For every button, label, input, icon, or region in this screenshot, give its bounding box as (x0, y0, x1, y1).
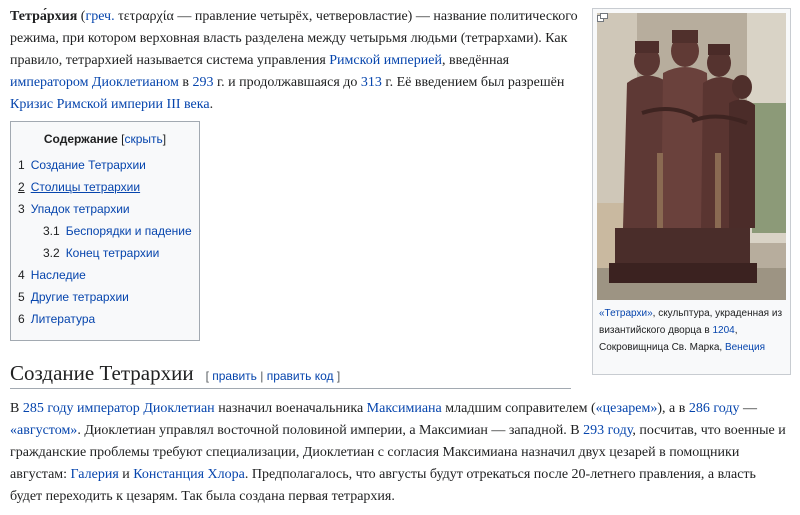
diocletian-link[interactable]: Диоклетиан (143, 401, 214, 416)
text: , введённая (441, 53, 510, 68)
text: . Диоклетиан управлял восточной половино… (77, 423, 584, 438)
galerius-link[interactable]: Галерия (71, 467, 119, 482)
figure-thumbnail: «Тетрархи», скульптура, украденная из ви… (592, 8, 791, 375)
text: г. Её введением был разрешён (381, 75, 565, 90)
toc-number: 3.1 (43, 224, 60, 238)
year-1204-link[interactable]: 1204 (712, 325, 734, 336)
toc-number: 6 (18, 312, 25, 326)
toc-link[interactable]: Конец тетрархии (66, 246, 160, 260)
text: . (209, 97, 214, 112)
section-title: Создание Тетрархии (10, 361, 194, 385)
augustus-link[interactable]: «августом» (10, 423, 77, 438)
emperor-diocletian-link[interactable]: императором Диоклетианом (10, 75, 179, 90)
roman-empire-link[interactable]: Римской империей (329, 53, 442, 68)
text: младшим соправителем ( (441, 401, 596, 416)
text: в (178, 75, 193, 90)
toc-link[interactable]: Беспорядки и падение (66, 224, 192, 238)
toc-number: 2 (18, 180, 25, 194)
toc-item-1[interactable]: 1 Создание Тетрархии (18, 158, 146, 172)
toc-toggle-close: ] (162, 132, 167, 146)
toc-item-2[interactable]: 2 Столицы тетрархии (18, 180, 140, 194)
maximian-link[interactable]: Максимиана (367, 401, 442, 416)
toc-item-6[interactable]: 6 Литература (18, 312, 95, 326)
toc-item-3[interactable]: 3 Упадок тетрархии (18, 202, 130, 216)
enlarge-icon[interactable] (597, 13, 608, 22)
section-heading: Создание Тетрархии [ править | править ко… (10, 361, 571, 389)
text: ), а в (657, 401, 689, 416)
emperor-link[interactable]: император (77, 401, 140, 416)
toc-number: 1 (18, 158, 25, 172)
toc-heading: Содержание (43, 132, 118, 146)
toc-item-3-2[interactable]: 3.2 Конец тетрархии (43, 246, 159, 260)
text: назначил военачальника (214, 401, 367, 416)
toc-item-5[interactable]: 5 Другие тетрархии (18, 290, 129, 304)
year-293-link[interactable]: 293 (193, 75, 214, 90)
constantius-chlorus-link[interactable]: Констанция Хлора (133, 467, 245, 482)
section-paragraph: В 285 году император Диоклетиан назначил… (10, 398, 790, 508)
edit-source-link[interactable]: править код (267, 369, 334, 383)
toc-link[interactable]: Создание Тетрархии (31, 158, 146, 172)
greek-word: τετραρχία (114, 9, 174, 24)
toc-hide-link[interactable]: скрыть (124, 132, 162, 146)
intro-paragraph: Тетра́рхия (греч. τετραρχία — правление … (10, 6, 585, 116)
toc-title: Содержание [скрыть] (11, 132, 199, 146)
toc-link[interactable]: Наследие (31, 268, 86, 282)
separator: | (256, 369, 267, 383)
toc-link[interactable]: Упадок тетрархии (31, 202, 130, 216)
caesar-link[interactable]: «цезарем» (596, 401, 658, 416)
year-286-link[interactable]: 286 году (689, 401, 740, 416)
toc-item-3-1[interactable]: 3.1 Беспорядки и падение (43, 224, 192, 238)
text: В (10, 401, 23, 416)
toc-number: 4 (18, 268, 25, 282)
table-of-contents: Содержание [скрыть] 1 Создание Тетрархии … (10, 121, 200, 341)
year-285-link[interactable]: 285 году (23, 401, 74, 416)
edit-link[interactable]: править (212, 369, 257, 383)
toc-link[interactable]: Другие тетрархии (31, 290, 129, 304)
toc-link[interactable]: Столицы тетрархии (31, 180, 140, 194)
toc-number: 3.2 (43, 246, 60, 260)
year-313-link[interactable]: 313 (361, 75, 382, 90)
crisis-third-century-link[interactable]: Кризис Римской империи III века (10, 97, 210, 112)
year-293-link[interactable]: 293 году (583, 423, 632, 438)
toc-number: 5 (18, 290, 25, 304)
toc-number: 3 (18, 202, 25, 216)
figure-caption: «Тетрархи», скульптура, украденная из ви… (599, 305, 787, 356)
tetrarchs-link[interactable]: «Тетрархи» (599, 308, 653, 319)
article-subject: Тетра́рхия (10, 9, 78, 24)
text: и (118, 467, 134, 482)
venice-link[interactable]: Венеция (725, 342, 765, 353)
article: Тетра́рхия (греч. τετραρχία — правление … (0, 0, 800, 515)
text: г. и продолжавшаяся до (213, 75, 361, 90)
tetrarchs-sculpture-image[interactable] (597, 13, 786, 300)
toc-link[interactable]: Литература (31, 312, 96, 326)
toc-item-4[interactable]: 4 Наследие (18, 268, 86, 282)
edit-section-links: [ править | править код ] (206, 369, 341, 383)
bracket: ] (333, 369, 341, 383)
greek-language-link[interactable]: греч. (85, 9, 114, 24)
text: — (739, 401, 757, 416)
